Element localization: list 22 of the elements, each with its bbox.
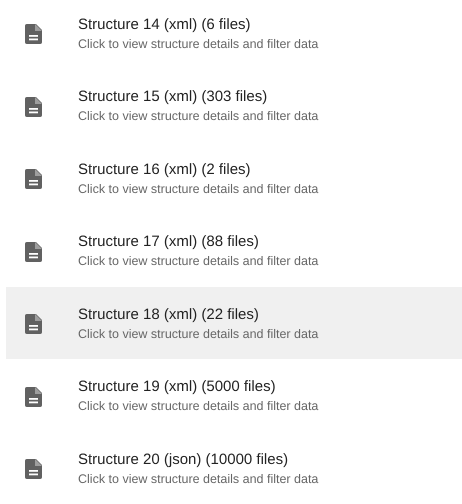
structure-description: Click to view structure details and filter data bbox=[78, 399, 318, 413]
structure-description: Click to view structure details and filter data bbox=[78, 182, 318, 196]
structure-title: Structure 20 (json) (10000 files) bbox=[78, 450, 290, 468]
document-icon bbox=[25, 458, 43, 480]
structure-description: Click to view structure details and filter data bbox=[78, 109, 318, 123]
document-icon bbox=[25, 240, 43, 262]
structure-title: Structure 16 (xml) (2 files) bbox=[78, 160, 252, 178]
structure-title: Structure 19 (xml) (5000 files) bbox=[78, 378, 277, 395]
document-icon bbox=[25, 168, 43, 190]
structure-title: Structure 17 (xml) (88 files) bbox=[78, 233, 260, 250]
structure-description: Click to view structure details and filter data bbox=[78, 472, 318, 486]
structure-description: Click to view structure details and filter data bbox=[78, 36, 318, 50]
structure-description: Click to view structure details and filter data bbox=[78, 326, 318, 340]
document-icon bbox=[25, 96, 43, 118]
structure-title: Structure 18 (xml) (22 files) bbox=[78, 306, 260, 322]
structure-title: Structure 15 (xml) (303 files) bbox=[78, 88, 268, 105]
document-icon bbox=[25, 23, 43, 45]
list-item[interactable]: Structure 18 (xml) (22 files) Click to view structure details and filter data bbox=[6, 287, 462, 359]
structure-description: Click to view structure details and filter data bbox=[78, 254, 318, 268]
document-icon bbox=[25, 386, 43, 408]
structure-title: Structure 14 (xml) (6 files) bbox=[78, 16, 252, 32]
document-icon bbox=[25, 313, 43, 335]
